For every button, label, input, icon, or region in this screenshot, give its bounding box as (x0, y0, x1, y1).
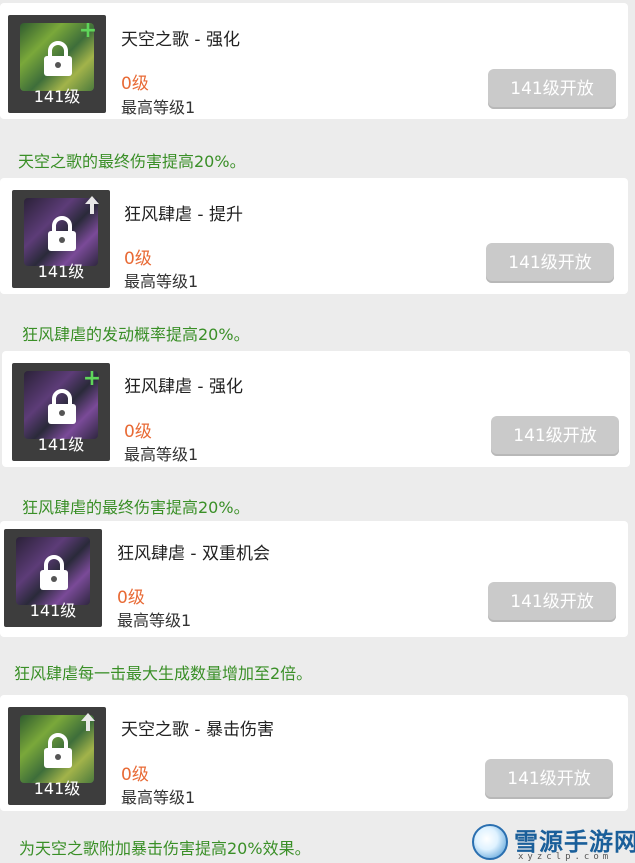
watermark-subtitle: xyzclp.com (518, 852, 613, 862)
skill-description: 为天空之歌附加暴击伤害提高20%效果。 (19, 839, 311, 858)
lock-icon (40, 555, 68, 590)
skill-card: 141级 狂风肆虐 - 双重机会 0级 最高等级1 141级开放 (0, 521, 628, 637)
current-level: 0级 (117, 588, 145, 608)
arrow-up-icon (85, 196, 99, 214)
watermark: 雪源手游网 xyzclp.com (472, 822, 635, 863)
skill-description: 狂风肆虐每一击最大生成数量增加至2倍。 (14, 664, 313, 683)
lock-icon (48, 389, 76, 424)
watermark-logo-icon (472, 824, 508, 860)
max-level: 最高等级1 (124, 445, 199, 464)
icon-level-label: 141级 (37, 435, 85, 454)
skill-title: 天空之歌 - 强化 (121, 30, 240, 50)
skill-icon: + 141级 (12, 363, 110, 461)
skill-title: 狂风肆虐 - 强化 (124, 377, 243, 397)
skill-card: 141级 狂风肆虐 - 提升 0级 最高等级1 141级开放 (0, 178, 628, 294)
icon-level-label: 141级 (29, 601, 77, 620)
skill-card: + 141级 天空之歌 - 强化 0级 最高等级1 141级开放 (0, 3, 628, 119)
lock-icon (48, 216, 76, 251)
current-level: 0级 (124, 249, 152, 269)
max-level: 最高等级1 (121, 98, 196, 117)
skill-icon: 141级 (8, 707, 106, 805)
icon-level-label: 141级 (33, 87, 81, 106)
skill-description: 狂风肆虐的发动概率提高20%。 (22, 325, 250, 344)
lock-icon (44, 41, 72, 76)
lock-icon (44, 733, 72, 768)
skill-icon: 141级 (12, 190, 110, 288)
plus-icon: + (78, 18, 98, 43)
unlock-button[interactable]: 141级开放 (486, 243, 614, 283)
plus-icon: + (82, 366, 102, 391)
skill-card: + 141级 狂风肆虐 - 强化 0级 最高等级1 141级开放 (2, 351, 630, 467)
unlock-button[interactable]: 141级开放 (491, 416, 619, 456)
skill-title: 狂风肆虐 - 提升 (124, 205, 243, 225)
current-level: 0级 (121, 765, 149, 785)
max-level: 最高等级1 (124, 272, 199, 291)
unlock-button[interactable]: 141级开放 (488, 582, 616, 622)
skill-description: 狂风肆虐的最终伤害提高20%。 (22, 498, 250, 517)
arrow-up-icon (81, 713, 95, 731)
skill-icon: 141级 (4, 529, 102, 627)
max-level: 最高等级1 (117, 611, 192, 630)
skill-title: 天空之歌 - 暴击伤害 (121, 720, 274, 740)
skill-icon: + 141级 (8, 15, 106, 113)
skill-title: 狂风肆虐 - 双重机会 (117, 544, 270, 564)
current-level: 0级 (121, 74, 149, 94)
icon-level-label: 141级 (33, 779, 81, 798)
unlock-button[interactable]: 141级开放 (485, 759, 613, 799)
icon-level-label: 141级 (37, 262, 85, 281)
skill-description: 天空之歌的最终伤害提高20%。 (18, 152, 246, 171)
skill-card: 141级 天空之歌 - 暴击伤害 0级 最高等级1 141级开放 (0, 695, 628, 811)
max-level: 最高等级1 (121, 788, 196, 807)
current-level: 0级 (124, 422, 152, 442)
unlock-button[interactable]: 141级开放 (488, 69, 616, 109)
